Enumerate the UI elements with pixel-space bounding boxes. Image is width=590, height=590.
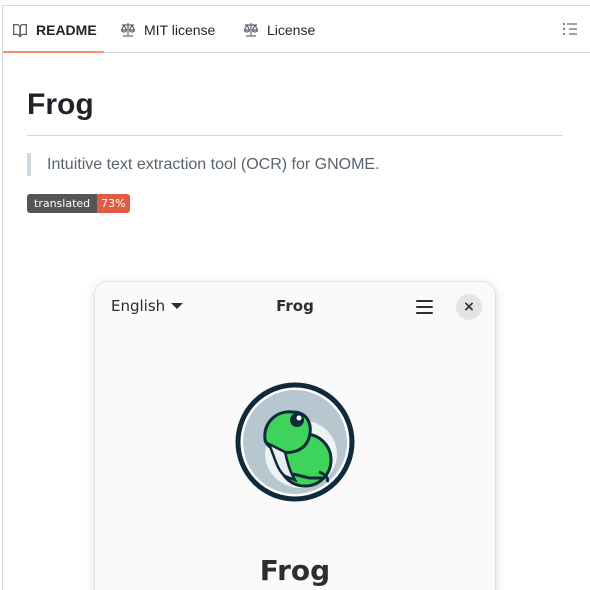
tab-license[interactable]: License [243, 6, 315, 53]
hamburger-menu-icon[interactable] [416, 299, 434, 315]
left-border [2, 5, 3, 590]
scale-icon [243, 22, 259, 38]
window-title: Frog [276, 297, 314, 315]
readme-tab-bar: README MIT license License [3, 6, 590, 53]
title-divider [27, 135, 563, 136]
tab-mit-license-label: MIT license [144, 21, 216, 38]
app-name-heading: Frog [259, 554, 331, 587]
tab-license-label: License [267, 21, 316, 38]
close-button[interactable]: × [456, 294, 482, 320]
tab-readme[interactable]: README [12, 6, 97, 53]
book-icon [12, 22, 28, 38]
tab-readme-label: README [36, 21, 97, 38]
readme-title: Frog [27, 88, 94, 121]
close-icon: × [463, 299, 475, 315]
scale-icon [120, 22, 136, 38]
app-screenshot: English Frog × Frog [95, 282, 495, 590]
readme-description: Intuitive text extraction tool (OCR) for… [27, 153, 380, 176]
active-tab-underline [3, 51, 104, 53]
outline-list-icon[interactable] [562, 21, 580, 39]
tab-mit-license[interactable]: MIT license [120, 6, 215, 53]
translation-badge[interactable]: translated 73% [27, 194, 130, 213]
frog-logo [235, 382, 355, 502]
badge-label: translated [27, 194, 98, 213]
badge-value: 73% [97, 194, 130, 213]
